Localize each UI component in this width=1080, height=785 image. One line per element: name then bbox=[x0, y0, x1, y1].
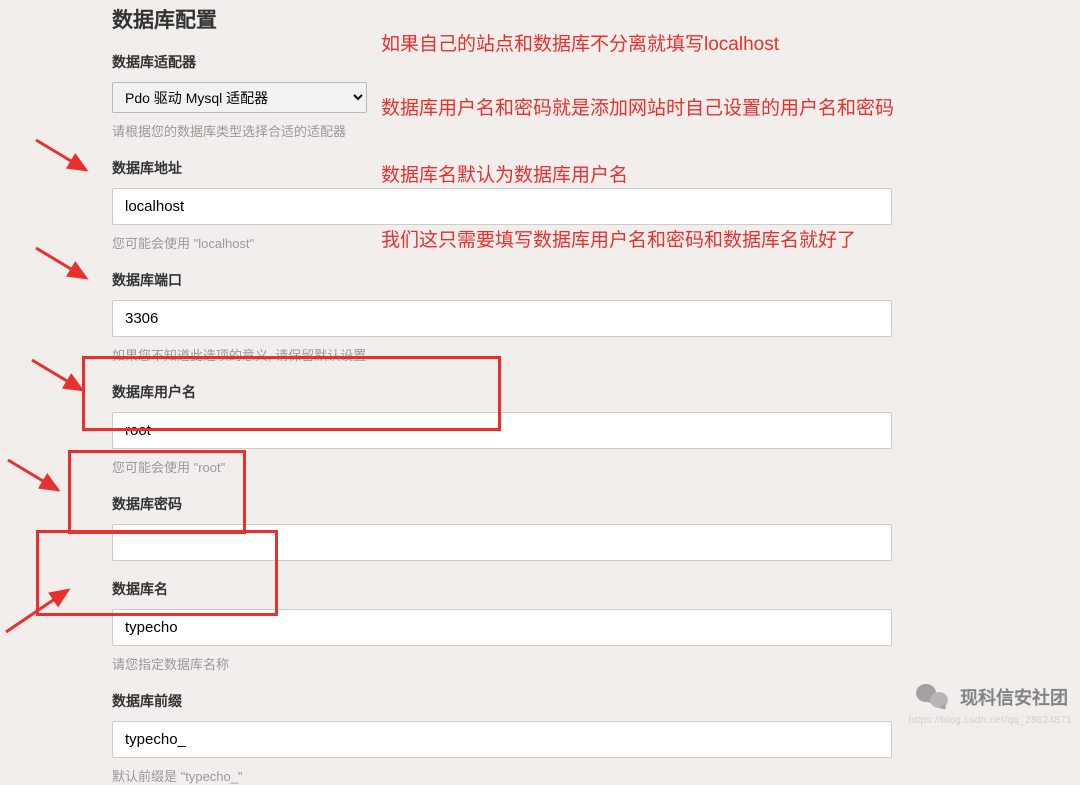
adapter-hint: 请根据您的数据库类型选择合适的适配器 bbox=[112, 121, 1080, 140]
password-label: 数据库密码 bbox=[112, 494, 1080, 514]
watermark-url: https://blog.csdn.net/qq_28624871 bbox=[909, 715, 1072, 726]
prefix-hint: 默认前缀是 "typecho_" bbox=[112, 766, 1080, 785]
adapter-select[interactable]: Pdo 驱动 Mysql 适配器 bbox=[112, 82, 367, 113]
dbname-input[interactable] bbox=[112, 609, 892, 646]
password-group: 数据库密码 bbox=[112, 494, 1080, 561]
user-label: 数据库用户名 bbox=[112, 382, 1080, 402]
port-hint: 如果您不知道此选项的意义, 请保留默认设置 bbox=[112, 345, 1080, 364]
annotation-4: 我们这只需要填写数据库用户名和密码和数据库名就好了 bbox=[381, 225, 856, 252]
annotation-1: 如果自己的站点和数据库不分离就填写localhost bbox=[381, 29, 779, 56]
wechat-icon bbox=[916, 682, 952, 712]
annotation-3: 数据库名默认为数据库用户名 bbox=[381, 160, 628, 187]
port-label: 数据库端口 bbox=[112, 270, 1080, 290]
dbname-label: 数据库名 bbox=[112, 579, 1080, 599]
user-input[interactable] bbox=[112, 412, 892, 449]
annotation-2: 数据库用户名和密码就是添加网站时自己设置的用户名和密码 bbox=[381, 93, 894, 120]
watermark: 现科信安社团 bbox=[916, 682, 1068, 712]
password-input[interactable] bbox=[112, 524, 892, 561]
prefix-input[interactable] bbox=[112, 721, 892, 758]
dbname-group: 数据库名 请您指定数据库名称 bbox=[112, 579, 1080, 673]
port-group: 数据库端口 如果您不知道此选项的意义, 请保留默认设置 bbox=[112, 270, 1080, 364]
user-hint: 您可能会使用 "root" bbox=[112, 457, 1080, 476]
host-input[interactable] bbox=[112, 188, 892, 225]
port-input[interactable] bbox=[112, 300, 892, 337]
watermark-text: 现科信安社团 bbox=[960, 684, 1068, 710]
user-group: 数据库用户名 您可能会使用 "root" bbox=[112, 382, 1080, 476]
dbname-hint: 请您指定数据库名称 bbox=[112, 654, 1080, 673]
